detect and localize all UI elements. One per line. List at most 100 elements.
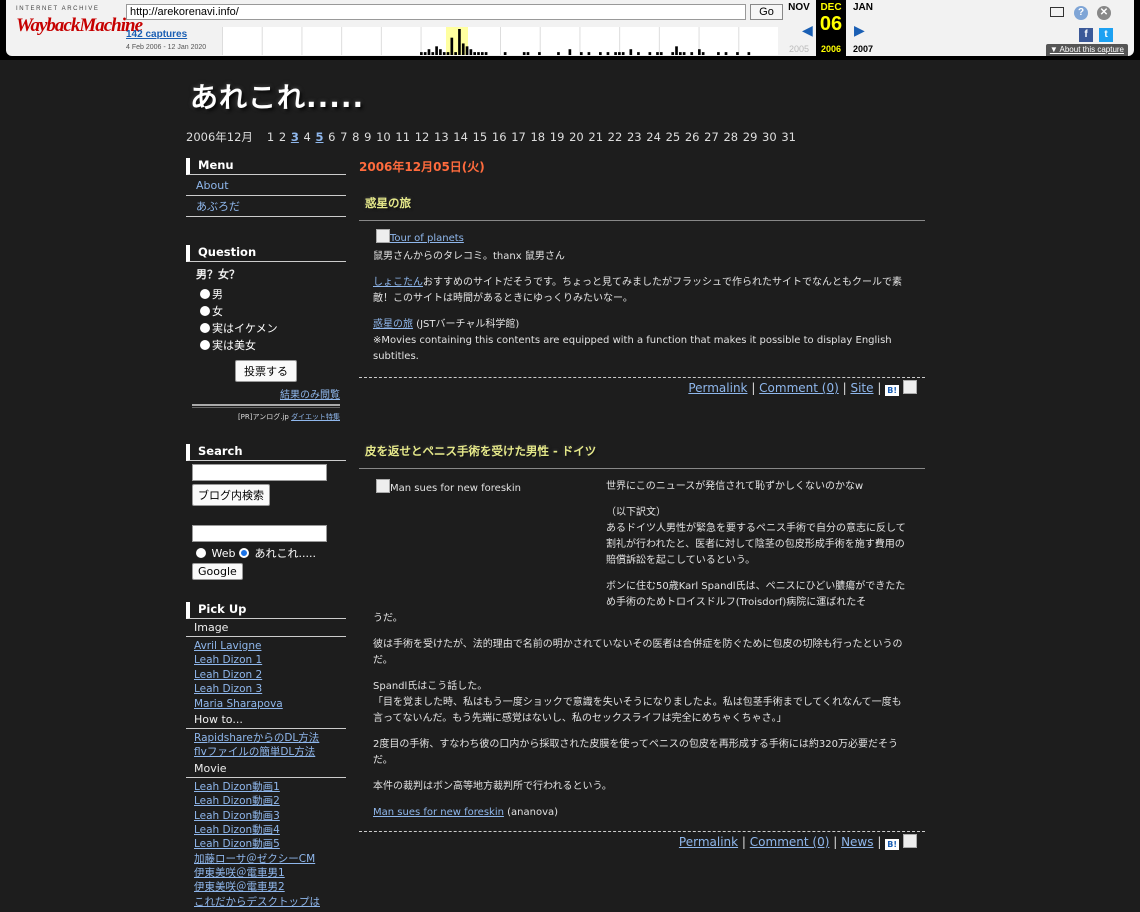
pickup-link[interactable]: Leah Dizon動画3	[186, 809, 346, 823]
calendar-next-month[interactable]: JAN 2007	[848, 0, 878, 56]
pickup-link[interactable]: RapidshareからのDL方法	[186, 731, 346, 745]
wayback-sparkline[interactable]	[222, 27, 778, 55]
pickup-link[interactable]: Leah Dizon動画1	[186, 780, 346, 794]
radio-icon[interactable]	[200, 340, 210, 350]
calendar-day: 12	[414, 130, 430, 144]
sparkline-bar	[599, 52, 602, 55]
pickup-link[interactable]: Leah Dizon 3	[186, 682, 346, 696]
radio-icon[interactable]	[196, 548, 206, 558]
pickup-link[interactable]: Leah Dizon 1	[186, 653, 346, 667]
calendar-month: 2006年12月	[186, 130, 253, 144]
sparkline-bar	[675, 46, 678, 55]
pickup-link[interactable]: Maria Sharapova	[186, 697, 346, 711]
calendar-day: 11	[395, 130, 411, 144]
sparkline-year-divider	[380, 27, 382, 55]
pr-link[interactable]: ダイエット特集	[291, 413, 340, 421]
entry-paragraph: しょこたんおすすめのサイトだそうです。ちょっと見てみましたがフラッシュで作られた…	[373, 275, 911, 307]
permalink-link[interactable]: Permalink	[688, 381, 747, 395]
pickup-link[interactable]: flvファイルの簡単DL方法	[186, 745, 346, 759]
radio-selected-icon[interactable]	[238, 548, 249, 558]
entry-title[interactable]: 惑星の旅	[359, 195, 925, 221]
pickup-link[interactable]: これだからデスクトップは	[186, 895, 346, 909]
prev-capture-arrow-icon[interactable]: ◀	[802, 22, 813, 39]
entry-paragraph: ボンに住む50歳Karl Spandl氏は、ペニスにひどい膿瘍ができたため手術の…	[606, 581, 906, 608]
vote-option[interactable]: 実はイケメン	[186, 320, 346, 337]
calendar-day: 2	[278, 130, 287, 144]
permalink-link[interactable]: Permalink	[679, 835, 738, 849]
image-link[interactable]: Tour of planets	[390, 233, 464, 244]
blog-search-input[interactable]	[192, 464, 327, 481]
blog-search-button[interactable]: ブログ内検索	[192, 484, 270, 506]
help-icon[interactable]: ?	[1074, 6, 1088, 20]
pickup-link[interactable]: 伊東美咲＠電車男1	[186, 866, 346, 880]
google-search-input[interactable]	[192, 525, 327, 542]
entry-paragraph: 世界にこのニュースが発信されて恥ずかしくないのかなw	[606, 481, 864, 492]
question-text: 男？女？	[196, 268, 240, 281]
category-link[interactable]: Site	[850, 381, 873, 395]
question-heading: Question	[186, 245, 346, 262]
google-search-button[interactable]: Google	[192, 563, 243, 580]
results-link[interactable]: 結果のみ閲覧	[280, 390, 340, 401]
sparkline-bar	[435, 46, 438, 55]
radio-icon[interactable]	[200, 289, 210, 299]
pickup-link[interactable]: 伊東美咲＠電車男2	[186, 880, 346, 894]
wayback-url-input[interactable]: http://arekorenavi.info/	[126, 4, 746, 20]
pickup-link[interactable]: Leah Dizon動画2	[186, 794, 346, 808]
sparkline-bar	[439, 49, 442, 55]
vote-option[interactable]: 男	[186, 286, 346, 303]
wayback-go-button[interactable]: Go	[750, 4, 783, 20]
pickup-link[interactable]: Leah Dizon動画4	[186, 823, 346, 837]
pickup-link[interactable]: Leah Dizon 2	[186, 668, 346, 682]
entry-title[interactable]: 皮を返せとペニス手術を受けた男性 - ドイツ	[359, 443, 925, 469]
menu-item-uploader[interactable]: あぶろだ	[186, 196, 346, 217]
vote-option[interactable]: 女	[186, 303, 346, 320]
sparkline-bar	[587, 52, 591, 55]
radio-icon[interactable]	[200, 306, 210, 316]
calendar-day[interactable]: 5	[316, 130, 324, 144]
entry-text: Spandl氏はこう話した。	[373, 681, 488, 692]
menu-heading: Menu	[186, 158, 346, 175]
wayback-toolbar: INTERNET ARCHIVE WaybackMachine http://a…	[0, 0, 1140, 60]
calendar-day: 18	[530, 130, 546, 144]
window-icon[interactable]	[1050, 7, 1064, 17]
comment-link[interactable]: Comment (0)	[750, 835, 830, 849]
wayback-captures-link[interactable]: 142 captures	[126, 29, 187, 40]
sparkline-bar	[736, 52, 739, 55]
calendar-day: 24	[646, 130, 661, 144]
sparkline-year-divider	[539, 27, 541, 55]
menu-item-about[interactable]: About	[186, 175, 346, 196]
wayback-logo[interactable]: INTERNET ARCHIVE WaybackMachine	[16, 6, 143, 46]
pickup-link[interactable]: Leah Dizon動画5	[186, 837, 346, 851]
vote-button[interactable]: 投票する	[235, 360, 297, 382]
entry-paragraph: うだ。	[373, 613, 403, 624]
image-placeholder: Man sues for new foreskin	[376, 479, 606, 611]
entry-paragraph: 彼は手術を受けたが、法的理由で名前の明かされていないその医者は合併症を防ぐために…	[373, 639, 903, 666]
vote-option[interactable]: 実は美女	[186, 337, 346, 354]
calendar-day[interactable]: 3	[291, 130, 299, 144]
category-link[interactable]: News	[841, 835, 873, 849]
planets-link[interactable]: 惑星の旅	[373, 319, 413, 330]
pickup-link[interactable]: 加藤ローサ＠ゼクシーCM	[186, 852, 346, 866]
pickup-link[interactable]: Avril Lavigne	[186, 639, 346, 653]
bookmark-icon[interactable]: B!	[885, 385, 900, 396]
facebook-icon[interactable]: f	[1079, 28, 1093, 42]
comment-link[interactable]: Comment (0)	[759, 381, 839, 395]
shokotan-link[interactable]: しょこたん	[373, 277, 423, 288]
entry-text: ※Movies containing this contents are equ…	[373, 335, 892, 362]
radio-icon[interactable]	[200, 323, 210, 333]
bookmark-icon[interactable]: B!	[885, 839, 900, 850]
about-capture-button[interactable]: ▼ About this capture	[1045, 44, 1128, 56]
sparkline-bar	[420, 52, 423, 55]
sparkline-bar	[454, 52, 457, 55]
twitter-icon[interactable]: t	[1099, 28, 1113, 42]
entry-footer: Permalink | Comment (0) | Site | B!	[359, 377, 925, 399]
sparkline-bar	[701, 52, 705, 55]
entry-two-column: Man sues for new foreskin 世界にこのニュースが発信され…	[373, 479, 911, 611]
blog-title[interactable]: あれこれ.....	[190, 76, 364, 116]
entry-paragraph: Spandl氏はこう話した。 「目を覚ました時、私はもう一度ショックで意識を失いそ…	[373, 679, 911, 727]
sparkline-bar	[469, 49, 473, 55]
close-icon[interactable]: ✕	[1097, 6, 1111, 20]
sparkline-bar	[442, 52, 446, 55]
source-link[interactable]: Man sues for new foreskin	[373, 807, 504, 818]
sparkline-year-divider	[579, 27, 581, 55]
